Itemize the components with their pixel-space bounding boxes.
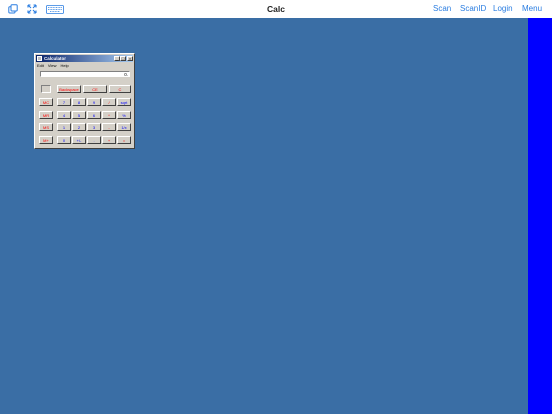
memory-clear-key[interactable]: MC: [39, 98, 53, 106]
scanid-link[interactable]: ScanID: [460, 0, 486, 18]
calculator-display: 0.: [40, 71, 130, 77]
key-5[interactable]: 5: [72, 111, 86, 119]
key-1[interactable]: 1: [57, 123, 71, 131]
calculator-window[interactable]: Calculator _ □ × Edit View Help 0. Backs…: [34, 53, 135, 149]
memory-add-key[interactable]: M+: [39, 136, 53, 144]
calculator-window-title: Calculator: [44, 56, 67, 61]
key-subtract[interactable]: -: [102, 123, 116, 131]
menu-edit[interactable]: Edit: [37, 63, 44, 69]
key-divide[interactable]: /: [102, 98, 116, 106]
key-equals[interactable]: =: [117, 136, 131, 144]
key-add[interactable]: +: [102, 136, 116, 144]
menu-help[interactable]: Help: [61, 63, 69, 69]
key-plus-minus[interactable]: +/-: [72, 136, 86, 144]
key-6[interactable]: 6: [87, 111, 101, 119]
backspace-key[interactable]: Backspace: [57, 85, 81, 93]
memory-recall-key[interactable]: MR: [39, 111, 53, 119]
menu-view[interactable]: View: [48, 63, 57, 69]
key-multiply[interactable]: *: [102, 111, 116, 119]
calculator-titlebar[interactable]: Calculator _ □ ×: [36, 55, 133, 62]
menu-link[interactable]: Menu: [522, 0, 542, 18]
right-edge-bar: [528, 18, 552, 414]
key-sqrt[interactable]: sqrt: [117, 98, 131, 106]
login-link[interactable]: Login: [493, 0, 513, 18]
memory-store-key[interactable]: MS: [39, 123, 53, 131]
key-2[interactable]: 2: [72, 123, 86, 131]
close-button[interactable]: ×: [127, 56, 133, 61]
key-percent[interactable]: %: [117, 111, 131, 119]
key-3[interactable]: 3: [87, 123, 101, 131]
scan-link[interactable]: Scan: [433, 0, 451, 18]
calculator-app-icon: [37, 56, 42, 61]
memory-indicator: [41, 85, 51, 93]
key-4[interactable]: 4: [57, 111, 71, 119]
app-top-bar: Calc Scan ScanID Login Menu: [0, 0, 552, 18]
key-8[interactable]: 8: [72, 98, 86, 106]
key-decimal[interactable]: .: [87, 136, 101, 144]
key-0[interactable]: 0: [57, 136, 71, 144]
key-reciprocal[interactable]: 1/x: [117, 123, 131, 131]
maximize-button[interactable]: □: [120, 56, 126, 61]
clear-entry-key[interactable]: CE: [83, 85, 107, 93]
key-9[interactable]: 9: [87, 98, 101, 106]
calculator-menubar: Edit View Help: [37, 63, 69, 69]
clear-key[interactable]: C: [109, 85, 131, 93]
key-7[interactable]: 7: [57, 98, 71, 106]
